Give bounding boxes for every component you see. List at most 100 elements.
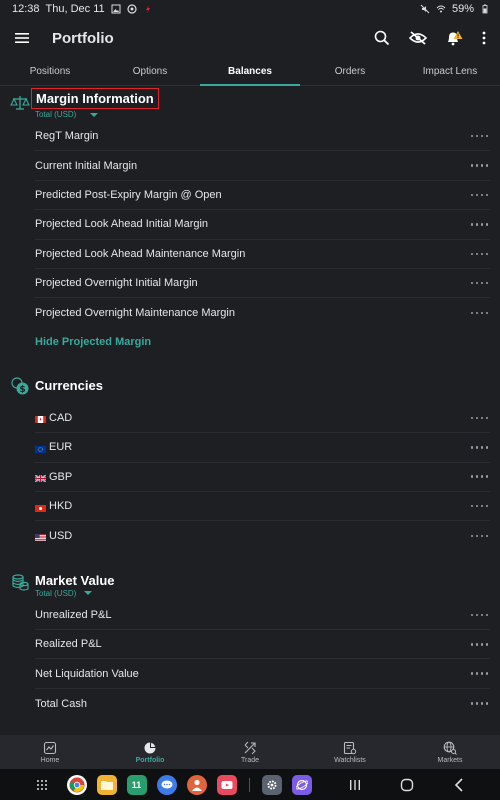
home-button-icon[interactable] bbox=[392, 778, 422, 792]
files-app-icon[interactable] bbox=[96, 774, 117, 795]
margin-row-label: RegT Margin bbox=[35, 130, 99, 143]
currencies-section: $ Currencies CAD EUR GBP HKD USD bbox=[0, 377, 500, 551]
coins-stack-icon bbox=[12, 574, 29, 591]
more-vertical-icon[interactable] bbox=[480, 28, 488, 48]
margin-row-label: Projected Overnight Maintenance Margin bbox=[35, 307, 235, 320]
more-horizontal-icon[interactable] bbox=[470, 311, 488, 315]
market-value-currency-selector[interactable]: Total (USD) bbox=[35, 589, 500, 598]
wifi-icon bbox=[436, 5, 446, 13]
flag-eur-icon bbox=[35, 444, 46, 453]
more-horizontal-icon[interactable] bbox=[470, 534, 488, 538]
margin-row-label: Projected Look Ahead Maintenance Margin bbox=[35, 247, 246, 260]
more-horizontal-icon[interactable] bbox=[470, 702, 488, 705]
trade-arrows-icon bbox=[244, 741, 256, 754]
menu-icon[interactable] bbox=[12, 28, 32, 48]
messages-app-icon[interactable] bbox=[156, 774, 177, 795]
more-horizontal-icon[interactable] bbox=[470, 475, 488, 478]
currency-code: EUR bbox=[49, 441, 73, 454]
contacts-app-icon[interactable] bbox=[186, 774, 207, 795]
media-app-icon[interactable] bbox=[216, 774, 237, 795]
tab-orders[interactable]: Orders bbox=[300, 58, 400, 85]
more-horizontal-icon[interactable] bbox=[470, 504, 488, 508]
nav-watchlists-label: Watchlists bbox=[334, 756, 366, 764]
more-horizontal-icon[interactable] bbox=[470, 223, 488, 226]
status-time: 12:38 bbox=[12, 3, 40, 15]
watchlist-icon bbox=[343, 741, 357, 754]
more-horizontal-icon[interactable] bbox=[470, 193, 488, 197]
currency-exchange-icon: $ bbox=[11, 377, 29, 395]
currency-row[interactable]: GBP bbox=[34, 463, 490, 492]
margin-row-label: Predicted Post-Expiry Margin @ Open bbox=[35, 188, 222, 201]
margin-row[interactable]: Projected Look Ahead Initial Margin bbox=[35, 210, 490, 240]
margin-row[interactable]: Current Initial Margin bbox=[35, 151, 490, 181]
nav-trade-label: Trade bbox=[240, 756, 260, 764]
scale-icon bbox=[10, 96, 30, 110]
chrome-app-icon[interactable] bbox=[66, 774, 87, 795]
broker-notification-icon bbox=[145, 5, 150, 13]
back-button-icon[interactable] bbox=[444, 777, 474, 792]
calendar-app-icon[interactable]: 11 bbox=[126, 774, 147, 795]
more-horizontal-icon[interactable] bbox=[470, 643, 488, 646]
margin-row[interactable]: Projected Look Ahead Maintenance Margin bbox=[35, 240, 490, 269]
market-value-row[interactable]: Net Liquidation Value bbox=[35, 659, 490, 689]
margin-header: Margin Information Total (USD) bbox=[0, 88, 500, 119]
margin-currency-label: Total (USD) bbox=[35, 110, 77, 119]
currencies-title: Currencies bbox=[35, 377, 103, 393]
more-horizontal-icon[interactable] bbox=[470, 252, 488, 255]
more-horizontal-icon[interactable] bbox=[470, 416, 488, 420]
margin-row-label: Current Initial Margin bbox=[35, 159, 138, 172]
market-value-row-label: Realized P&L bbox=[35, 638, 102, 651]
battery-percent: 59% bbox=[451, 3, 474, 15]
margin-row[interactable]: RegT Margin bbox=[35, 122, 490, 152]
tab-balances[interactable]: Balances bbox=[200, 58, 300, 86]
nav-markets[interactable]: Markets bbox=[400, 735, 500, 769]
currency-row[interactable]: HKD bbox=[35, 492, 490, 522]
tab-impact-lens[interactable]: Impact Lens bbox=[400, 58, 500, 85]
battery-icon bbox=[482, 4, 488, 14]
margin-row[interactable]: Projected Overnight Maintenance Margin bbox=[35, 298, 490, 327]
more-horizontal-icon[interactable] bbox=[470, 446, 488, 449]
tab-positions[interactable]: Positions bbox=[0, 58, 100, 85]
market-value-title: Market Value bbox=[35, 572, 115, 588]
tab-options[interactable]: Options bbox=[100, 58, 200, 85]
margin-currency-selector[interactable]: Total (USD) bbox=[35, 110, 500, 119]
market-value-row[interactable]: Total Cash bbox=[35, 689, 490, 718]
nav-portfolio-label: Portfolio bbox=[135, 756, 165, 764]
hide-projected-margin-link[interactable]: Hide Projected Margin bbox=[35, 328, 500, 356]
market-value-row-label: Total Cash bbox=[35, 697, 87, 710]
app-drawer-icon[interactable] bbox=[27, 779, 57, 791]
flag-gbp-icon bbox=[34, 473, 47, 483]
currency-label-group: CAD bbox=[35, 412, 72, 424]
recent-apps-icon[interactable] bbox=[340, 779, 370, 791]
currency-row[interactable]: USD bbox=[35, 521, 490, 550]
more-horizontal-icon[interactable] bbox=[470, 164, 488, 167]
hide-eye-icon[interactable] bbox=[408, 28, 428, 48]
market-value-row[interactable]: Realized P&L bbox=[35, 630, 490, 660]
currency-code: CAD bbox=[49, 411, 73, 424]
internet-app-icon[interactable] bbox=[291, 774, 312, 795]
nav-portfolio[interactable]: Portfolio bbox=[100, 735, 200, 769]
more-horizontal-icon[interactable] bbox=[470, 281, 488, 285]
nav-trade[interactable]: Trade bbox=[200, 735, 300, 769]
calendar-date: 11 bbox=[131, 779, 142, 790]
currency-code: HKD bbox=[49, 500, 73, 513]
currency-row[interactable]: EUR bbox=[35, 433, 490, 463]
more-horizontal-icon[interactable] bbox=[470, 672, 488, 675]
currency-code: GBP bbox=[49, 470, 73, 483]
app-notification-icon bbox=[127, 4, 137, 14]
more-horizontal-icon[interactable] bbox=[470, 134, 488, 138]
page-title: Portfolio bbox=[52, 29, 114, 47]
more-horizontal-icon[interactable] bbox=[470, 613, 488, 617]
settings-app-icon[interactable] bbox=[261, 774, 282, 795]
market-value-currency-label: Total (USD) bbox=[35, 588, 77, 598]
nav-watchlists[interactable]: Watchlists bbox=[300, 735, 400, 769]
currency-row[interactable]: CAD bbox=[35, 404, 490, 434]
nav-home[interactable]: Home bbox=[0, 735, 100, 769]
search-icon[interactable] bbox=[372, 28, 392, 48]
status-bar: 12:38 Thu, Dec 11 59% bbox=[0, 0, 500, 18]
alert-bell-icon[interactable] bbox=[444, 28, 464, 48]
market-value-row-label: Unrealized P&L bbox=[35, 608, 112, 621]
margin-row[interactable]: Predicted Post-Expiry Margin @ Open bbox=[35, 181, 490, 211]
market-value-row[interactable]: Unrealized P&L bbox=[35, 601, 490, 631]
margin-row[interactable]: Projected Overnight Initial Margin bbox=[35, 269, 490, 299]
